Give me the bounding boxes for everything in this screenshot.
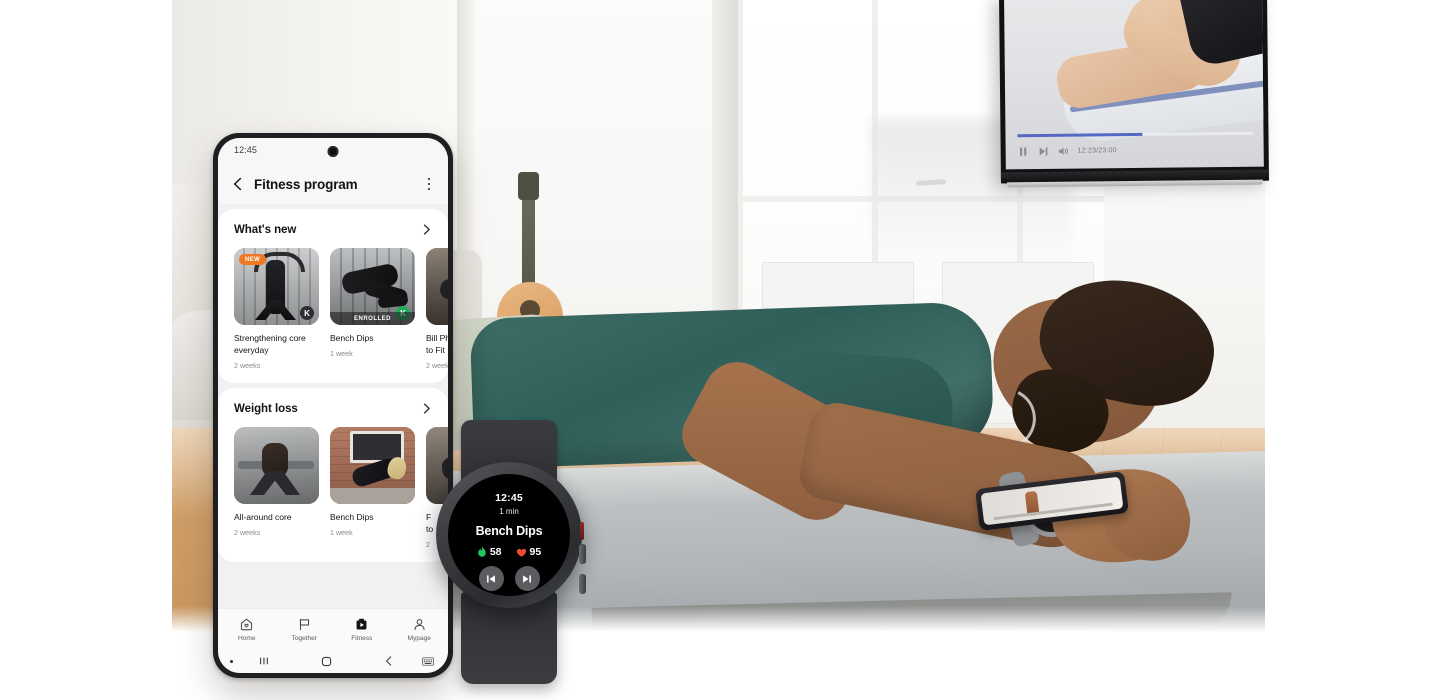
next-track-glyph	[523, 574, 531, 583]
home-heart-icon	[241, 618, 253, 630]
watch-stats: 58 95	[448, 546, 570, 558]
thumbnail-art	[234, 427, 319, 504]
fitness-video-icon	[356, 618, 367, 629]
status-badge: NEW	[239, 254, 267, 265]
thumbnail-art	[330, 427, 415, 504]
thumbnail-art	[426, 248, 448, 325]
chevron-right-icon[interactable]	[420, 223, 433, 236]
program-tile[interactable]: NEW K Strengthening core everyday 2 week…	[234, 248, 319, 370]
recents-glyph	[260, 657, 269, 665]
heart-rate-icon	[516, 548, 526, 557]
program-tile[interactable]: Bill Phil to Fit 2 weeks	[426, 248, 448, 370]
watch-exercise-name: Bench Dips	[475, 524, 543, 538]
program-tile[interactable]: K ENROLLED Bench Dips 1 week	[330, 248, 415, 370]
previous-track-glyph	[487, 574, 495, 583]
program-name: Strengthening core everyday	[234, 333, 306, 355]
brand-logo: K	[300, 306, 314, 320]
program-duration: 1 week	[330, 349, 353, 358]
section-whats-new: What's new NEW K Strengthening core ever…	[218, 209, 448, 383]
section-title: Weight loss	[234, 402, 298, 415]
program-thumbnail[interactable]	[330, 427, 415, 504]
program-thumbnail[interactable]: NEW K	[234, 248, 319, 325]
program-tile[interactable]: All-around core 2 weeks	[234, 427, 319, 549]
program-name: Bill Phil to Fit	[426, 333, 448, 355]
next-track-icon[interactable]	[1038, 146, 1049, 157]
program-list-scroll[interactable]: What's new NEW K Strengthening core ever…	[218, 204, 448, 608]
status-badge: ENROLLED	[330, 312, 415, 325]
page-title: Fitness program	[254, 176, 358, 192]
television: 12:23/23:00	[999, 0, 1269, 188]
front-camera-punch-hole	[327, 146, 339, 157]
program-tile[interactable]: Bench Dips 1 week	[330, 427, 415, 549]
section-weight-loss: Weight loss All-around core 2 weeks Benc…	[218, 388, 448, 562]
calories-flame-icon	[478, 546, 486, 557]
chevron-left-icon[interactable]	[230, 176, 246, 192]
back-glyph	[385, 656, 392, 666]
program-name: Bench Dips	[330, 333, 374, 343]
pause-icon[interactable]	[1018, 146, 1029, 157]
tv-timestamp: 12:23/23:00	[1077, 147, 1117, 155]
tab-home[interactable]: Home	[218, 609, 276, 649]
guitar-headstock	[518, 172, 539, 200]
next-track-icon[interactable]	[514, 566, 540, 591]
back-chevron-icon[interactable]	[358, 655, 420, 667]
watch-case: 12:45 1 min Bench Dips 58 95	[436, 462, 586, 608]
person-icon	[414, 618, 425, 630]
volume-icon[interactable]	[1058, 146, 1069, 157]
tab-label: Home	[238, 634, 256, 642]
tv-playback-controls: 12:23/23:00	[1018, 145, 1117, 157]
chevron-right-icon[interactable]	[420, 402, 433, 415]
program-thumbnail[interactable]	[426, 248, 448, 325]
program-row: NEW K Strengthening core everyday 2 week…	[218, 236, 448, 370]
recents-icon[interactable]	[233, 655, 295, 667]
watch-screen: 12:45 1 min Bench Dips 58 95	[448, 474, 570, 596]
section-header[interactable]: Weight loss	[218, 402, 448, 415]
app-bar: Fitness program	[218, 164, 448, 204]
tab-together[interactable]: Together	[276, 609, 334, 649]
program-name: Bench Dips	[330, 512, 374, 522]
home-glyph	[321, 656, 332, 666]
program-duration: 2 weeks	[426, 361, 448, 370]
program-row: All-around core 2 weeks Bench Dips 1 wee…	[218, 415, 448, 549]
section-title: What's new	[234, 223, 297, 236]
program-duration: 2 weeks	[234, 528, 261, 537]
section-header[interactable]: What's new	[218, 223, 448, 236]
status-bar-clock: 12:45	[234, 145, 258, 155]
previous-track-icon[interactable]	[478, 566, 504, 591]
status-bar: 12:45	[218, 138, 448, 164]
tab-label: Together	[291, 634, 317, 642]
flag-icon	[299, 618, 309, 630]
watch-clock: 12:45	[495, 492, 523, 504]
watch-side-button-bottom[interactable]	[579, 574, 586, 594]
home-square-icon[interactable]	[295, 655, 357, 668]
program-thumbnail[interactable]	[234, 427, 319, 504]
tab-label: Fitness	[351, 634, 373, 642]
bottom-tab-bar: Home Together Fitness Mypage	[218, 608, 448, 649]
smartwatch-device: 12:45 1 min Bench Dips 58 95	[427, 420, 590, 684]
tab-fitness[interactable]: Fitness	[333, 609, 391, 649]
program-duration: 2 weeks	[234, 361, 261, 370]
watch-heartrate-value: 95	[529, 546, 542, 558]
watch-calories-stat: 58	[477, 546, 502, 558]
tv-screen: 12:23/23:00	[1004, 0, 1264, 170]
watch-side-button-top[interactable]	[579, 544, 586, 564]
system-navigation-bar	[218, 649, 448, 673]
program-thumbnail[interactable]: K ENROLLED	[330, 248, 415, 325]
watch-heartrate-stat: 95	[516, 546, 542, 558]
phone-screen: 12:45 Fitness program What's new NEW K S…	[218, 138, 448, 673]
watch-playback-controls	[448, 566, 570, 591]
program-duration: 1 week	[330, 528, 353, 537]
watch-calories-value: 58	[489, 546, 502, 558]
smartphone-device: 12:45 Fitness program What's new NEW K S…	[213, 133, 453, 678]
program-name: All-around core	[234, 512, 292, 522]
watch-elapsed-duration: 1 min	[499, 507, 519, 516]
watch-accent-strip	[580, 522, 584, 540]
kebab-menu-icon[interactable]	[422, 176, 436, 192]
screenshot-canvas: 12:23/23:00 12:45 Fitness program What's…	[0, 0, 1440, 700]
